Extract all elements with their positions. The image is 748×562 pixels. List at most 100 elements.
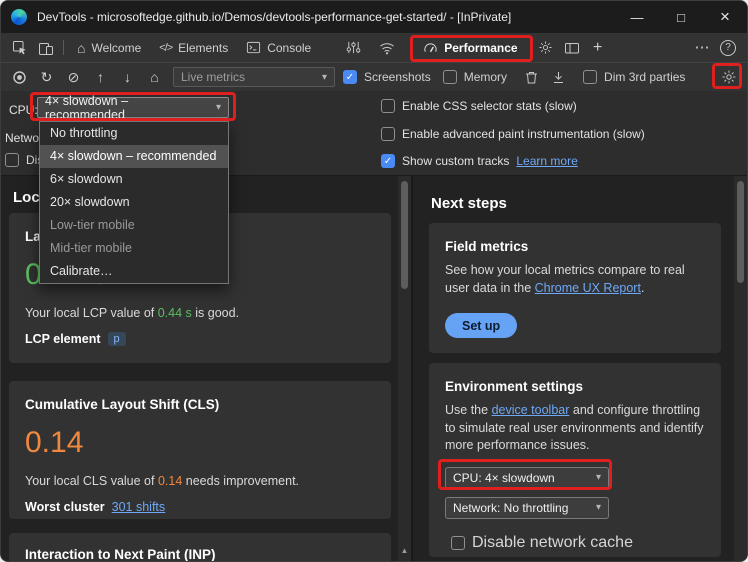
tab-welcome[interactable]: ⌂ Welcome bbox=[68, 33, 150, 62]
right-scrollbar-thumb[interactable] bbox=[737, 181, 744, 283]
cls-desc-post: needs improvement. bbox=[182, 474, 299, 488]
memory-label: Memory bbox=[464, 70, 507, 84]
inp-card-title: Interaction to Next Paint (INP) bbox=[25, 547, 375, 562]
env-cpu-select[interactable]: CPU: 4× slowdown ▾ bbox=[445, 467, 609, 489]
environment-settings-body: Use the device toolbar and configure thr… bbox=[445, 402, 705, 455]
cpu-option-20x[interactable]: 20× slowdown bbox=[40, 191, 228, 214]
minimize-button[interactable]: — bbox=[615, 1, 659, 33]
next-steps-heading: Next steps bbox=[431, 195, 507, 212]
set-up-button[interactable]: Set up bbox=[445, 313, 517, 338]
home-live-metrics-icon[interactable]: ⌂ bbox=[142, 65, 167, 89]
advanced-paint-label: Enable advanced paint instrumentation (s… bbox=[402, 127, 645, 141]
cls-description: Your local CLS value of 0.14 needs impro… bbox=[25, 474, 375, 488]
chevron-down-icon: ▾ bbox=[322, 72, 327, 83]
screenshots-label: Screenshots bbox=[364, 70, 431, 84]
tab-elements-label: Elements bbox=[178, 41, 228, 55]
save-profile-icon[interactable]: ↓ bbox=[115, 65, 140, 89]
collect-garbage-icon[interactable] bbox=[546, 65, 571, 89]
screenshots-checkbox-row[interactable]: ✓ Screenshots bbox=[343, 70, 431, 84]
capture-settings-gear-icon[interactable] bbox=[716, 65, 741, 89]
record-icon[interactable] bbox=[7, 65, 32, 89]
dim-3rd-parties-checkbox[interactable] bbox=[583, 70, 597, 84]
advanced-paint-checkbox[interactable] bbox=[381, 127, 395, 141]
learn-more-link[interactable]: Learn more bbox=[516, 154, 577, 168]
advanced-paint-row[interactable]: Enable advanced paint instrumentation (s… bbox=[381, 127, 645, 141]
chevron-down-icon: ▾ bbox=[596, 502, 601, 513]
tab-elements[interactable]: </> Elements bbox=[150, 33, 237, 62]
tuner-icon[interactable] bbox=[340, 36, 366, 60]
layout-panel-icon[interactable] bbox=[559, 36, 585, 60]
devtools-window: DevTools - microsoftedge.github.io/Demos… bbox=[0, 0, 748, 562]
close-button[interactable]: × bbox=[703, 1, 747, 33]
field-metrics-title: Field metrics bbox=[445, 239, 705, 254]
css-selector-stats-checkbox[interactable] bbox=[381, 99, 395, 113]
custom-tracks-checkbox[interactable]: ✓ bbox=[381, 154, 395, 168]
cls-card: Cumulative Layout Shift (CLS) 0.14 Your … bbox=[9, 381, 391, 519]
tab-console[interactable]: Console bbox=[237, 33, 320, 62]
help-icon[interactable]: ? bbox=[715, 36, 741, 60]
css-selector-stats-row[interactable]: Enable CSS selector stats (slow) bbox=[381, 99, 577, 113]
cpu-option-no-throttling[interactable]: No throttling bbox=[40, 122, 228, 145]
trash-icon[interactable] bbox=[519, 65, 544, 89]
maximize-button[interactable]: □ bbox=[659, 1, 703, 33]
add-tool-icon[interactable]: + bbox=[585, 36, 611, 60]
left-scrollbar-thumb[interactable] bbox=[401, 181, 408, 289]
device-toolbar-link[interactable]: device toolbar bbox=[492, 403, 570, 417]
cpu-throttling-value: 4× slowdown – recommended bbox=[45, 94, 208, 122]
custom-tracks-row[interactable]: ✓ Show custom tracks Learn more bbox=[381, 154, 578, 168]
right-panel-scrollbar[interactable] bbox=[734, 176, 747, 561]
network-icon[interactable] bbox=[374, 36, 400, 60]
env-network-select[interactable]: Network: No throttling ▾ bbox=[445, 497, 609, 519]
cpu-throttling-dropdown-menu: No throttling 4× slowdown – recommended … bbox=[39, 121, 229, 284]
memory-checkbox[interactable] bbox=[443, 70, 457, 84]
device-toolbar-icon[interactable] bbox=[33, 36, 59, 60]
performance-toolbar: ↻ ⊘ ↑ ↓ ⌂ Live metrics ▾ ✓ Screenshots M… bbox=[1, 63, 747, 91]
cls-desc-pre: Your local CLS value of bbox=[25, 474, 158, 488]
more-menu-icon[interactable]: ⋯ bbox=[689, 36, 715, 60]
cpu-option-mid-tier[interactable]: Mid-tier mobile bbox=[40, 237, 228, 260]
cls-value: 0.14 bbox=[25, 426, 375, 460]
disable-js-samples-checkbox[interactable] bbox=[5, 153, 19, 167]
divider bbox=[63, 40, 64, 55]
screenshots-checkbox[interactable]: ✓ bbox=[343, 70, 357, 84]
cpu-option-calibrate[interactable]: Calibrate… bbox=[40, 260, 228, 283]
left-panel-scrollbar[interactable]: ▲ bbox=[398, 176, 411, 561]
env-text-pre: Use the bbox=[445, 403, 492, 417]
css-selector-stats-label: Enable CSS selector stats (slow) bbox=[402, 99, 577, 113]
memory-checkbox-row[interactable]: Memory bbox=[443, 70, 507, 84]
live-metrics-value: Live metrics bbox=[181, 70, 245, 84]
tab-console-label: Console bbox=[267, 41, 311, 55]
load-profile-icon[interactable]: ↑ bbox=[88, 65, 113, 89]
cls-cluster-link[interactable]: 301 shifts bbox=[112, 500, 166, 514]
tab-performance[interactable]: Performance bbox=[414, 33, 526, 62]
console-icon bbox=[246, 40, 261, 55]
environment-settings-card: Environment settings Use the device tool… bbox=[429, 363, 721, 557]
scroll-up-arrow[interactable]: ▲ bbox=[398, 546, 411, 555]
title-bar: DevTools - microsoftedge.github.io/Demos… bbox=[1, 1, 747, 33]
crux-report-link[interactable]: Chrome UX Report bbox=[535, 281, 641, 295]
cpu-option-low-tier[interactable]: Low-tier mobile bbox=[40, 214, 228, 237]
cpu-throttling-select[interactable]: 4× slowdown – recommended ▾ bbox=[37, 97, 229, 118]
lcp-desc-pre: Your local LCP value of bbox=[25, 306, 158, 320]
environment-settings-title: Environment settings bbox=[445, 379, 705, 394]
field-metrics-body: See how your local metrics compare to re… bbox=[445, 262, 705, 297]
gear-icon[interactable] bbox=[533, 36, 559, 60]
live-metrics-select[interactable]: Live metrics ▾ bbox=[173, 67, 335, 87]
cpu-option-4x-recommended[interactable]: 4× slowdown – recommended bbox=[40, 145, 228, 168]
reload-record-icon[interactable]: ↻ bbox=[34, 65, 59, 89]
devtools-app-icon bbox=[11, 9, 27, 25]
inspect-icon[interactable] bbox=[7, 36, 33, 60]
lcp-description: Your local LCP value of 0.44 s is good. bbox=[25, 306, 375, 320]
field-metrics-text-post: . bbox=[641, 281, 644, 295]
lcp-element-label: LCP element bbox=[25, 332, 101, 346]
cpu-label: CPU: bbox=[9, 100, 38, 121]
disable-network-cache-checkbox[interactable] bbox=[451, 536, 465, 550]
lcp-element-chip[interactable]: p bbox=[108, 332, 126, 346]
devtools-tab-strip: ⌂ Welcome </> Elements Console Performan… bbox=[1, 33, 747, 63]
clear-icon[interactable]: ⊘ bbox=[61, 65, 86, 89]
custom-tracks-label: Show custom tracks bbox=[402, 154, 509, 168]
dim-3rd-parties-checkbox-row[interactable]: Dim 3rd parties bbox=[583, 70, 685, 84]
disable-network-cache-row[interactable]: Disable network cache bbox=[451, 534, 705, 552]
dim-3rd-parties-label: Dim 3rd parties bbox=[604, 70, 685, 84]
cpu-option-6x[interactable]: 6× slowdown bbox=[40, 168, 228, 191]
